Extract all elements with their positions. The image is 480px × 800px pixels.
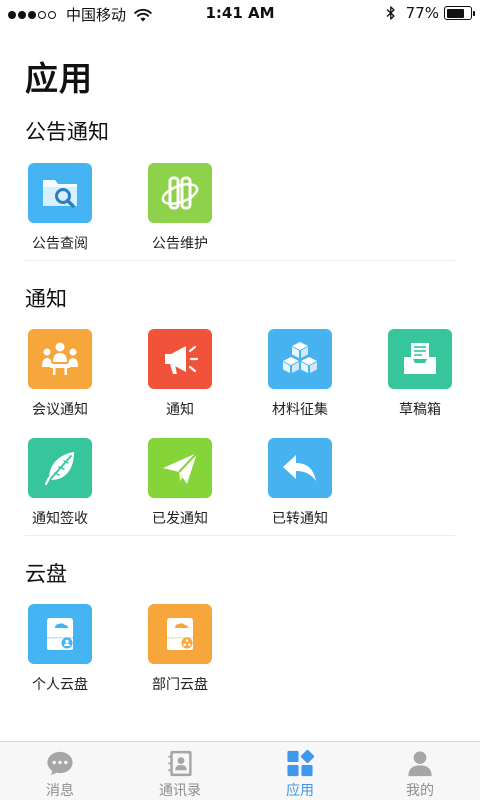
maintenance-icon (148, 163, 212, 223)
person-icon (408, 751, 432, 777)
section-divider (25, 260, 455, 261)
section-title-notices: 通知 (25, 287, 67, 311)
app-label: 通知 (166, 402, 194, 418)
tab-label: 应用 (286, 783, 314, 799)
tab-bar: 消息 通讯录 应用 我的 (0, 741, 480, 800)
megaphone-icon (148, 329, 212, 389)
bluetooth-icon (386, 6, 395, 20)
battery-fill (446, 8, 465, 18)
app-material-collection[interactable]: 材料征集 (250, 329, 350, 419)
app-personal-drive[interactable]: 个人云盘 (10, 604, 110, 694)
contacts-book-icon (168, 750, 192, 777)
app-department-drive[interactable]: 部门云盘 (130, 604, 230, 694)
app-label: 已发通知 (152, 511, 208, 527)
app-notice[interactable]: 通知 (130, 329, 230, 419)
battery-icon (444, 6, 475, 20)
status-bar: 中国移动 1:41 AM 77% (0, 0, 480, 26)
app-label: 通知签收 (32, 511, 88, 527)
folder-search-icon (28, 163, 92, 223)
app-drafts[interactable]: 草稿箱 (370, 329, 470, 419)
forward-arrow-icon (268, 438, 332, 498)
feather-icon (28, 438, 92, 498)
app-label: 已转通知 (272, 511, 328, 527)
personal-drive-icon (28, 604, 92, 664)
app-label: 个人云盘 (32, 677, 88, 693)
battery-percent: 77% (405, 4, 439, 22)
tab-contacts[interactable]: 通讯录 (120, 742, 240, 800)
app-label: 部门云盘 (152, 677, 208, 693)
tab-label: 我的 (406, 783, 434, 799)
app-notice-signoff[interactable]: 通知签收 (10, 438, 110, 528)
tab-apps[interactable]: 应用 (240, 742, 360, 800)
meeting-icon (28, 329, 92, 389)
section-divider (25, 535, 455, 536)
app-meeting-notice[interactable]: 会议通知 (10, 329, 110, 419)
tab-messages[interactable]: 消息 (0, 742, 120, 800)
app-label: 材料征集 (272, 402, 328, 418)
tab-me[interactable]: 我的 (360, 742, 480, 800)
apps-grid-icon (287, 749, 315, 777)
app-label: 草稿箱 (399, 402, 441, 418)
app-announcement-maintain[interactable]: 公告维护 (130, 163, 230, 253)
paper-plane-icon (148, 438, 212, 498)
page-title: 应用 (25, 59, 93, 98)
department-drive-icon (148, 604, 212, 664)
app-sent-notices[interactable]: 已发通知 (130, 438, 230, 528)
section-title-cloud: 云盘 (25, 562, 67, 586)
tab-label: 消息 (46, 783, 74, 799)
tab-label: 通讯录 (159, 783, 201, 799)
section-title-announcements: 公告通知 (25, 120, 109, 144)
inbox-tray-icon (388, 329, 452, 389)
app-label: 公告查阅 (32, 236, 88, 252)
status-right: 77% (386, 4, 475, 22)
app-announcement-view[interactable]: 公告查阅 (10, 163, 110, 253)
app-forwarded-notices[interactable]: 已转通知 (250, 438, 350, 528)
boxes-icon (268, 329, 332, 389)
app-label: 会议通知 (32, 402, 88, 418)
chat-bubble-icon (47, 751, 73, 776)
app-label: 公告维护 (152, 236, 208, 252)
